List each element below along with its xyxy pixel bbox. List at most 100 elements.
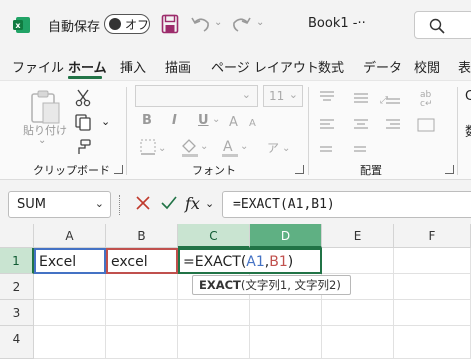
chevron-down-icon: ⌄ <box>241 88 251 101</box>
format-painter-icon[interactable] <box>75 139 91 155</box>
svg-text:x: x <box>15 21 21 30</box>
tab-draw[interactable]: 描画 <box>165 57 191 76</box>
active-tab-indicator <box>68 76 102 79</box>
row-header-2[interactable]: 2 <box>0 274 34 300</box>
cell-a1-value: Excel <box>39 254 77 270</box>
group-separator <box>457 87 458 175</box>
cell-a3[interactable] <box>34 300 106 326</box>
tab-page-layout[interactable]: ページ レイアウト <box>211 57 319 76</box>
cell-e4[interactable] <box>322 326 394 359</box>
column-header-c[interactable]: C <box>178 224 250 248</box>
enter-check-icon[interactable] <box>160 195 178 211</box>
tooltip-function-name[interactable]: EXACT <box>199 278 241 292</box>
autosave-state: オフ <box>125 18 150 32</box>
clipboard-group-label: クリップボード <box>33 164 110 177</box>
cancel-icon[interactable] <box>135 195 151 211</box>
search-box[interactable] <box>414 11 471 39</box>
cell-e3[interactable] <box>322 300 394 326</box>
font-color-icon[interactable]: A ⌄ <box>220 137 250 157</box>
undo-icon[interactable] <box>190 14 212 34</box>
column-header-e[interactable]: E <box>322 224 394 248</box>
alignment-group-label: 配置 <box>360 164 382 177</box>
copy-icon[interactable] <box>74 113 92 131</box>
autosave-toggle[interactable]: オフ <box>104 14 150 34</box>
svg-text:⌄: ⌄ <box>200 141 208 152</box>
number-group-label: 数 <box>465 121 471 140</box>
cell-b2[interactable] <box>106 274 178 300</box>
function-dropdown-icon[interactable]: ⌄ <box>205 197 214 210</box>
cut-icon[interactable] <box>75 89 91 107</box>
paste-icon[interactable] <box>28 89 62 125</box>
cell-d3[interactable] <box>250 300 322 326</box>
formula-input[interactable]: =EXACT(A1,B1) <box>222 191 471 218</box>
italic-button[interactable]: I <box>172 113 177 128</box>
alignment-buttons-icon[interactable]: ab c↵ ⤢ <box>318 89 438 159</box>
font-dialog-launcher[interactable] <box>295 165 304 174</box>
svg-text:ア: ア <box>267 141 279 155</box>
tab-insert[interactable]: 挿入 <box>120 57 146 76</box>
cell-c1-ref-b1: B1 <box>269 254 288 270</box>
tab-review[interactable]: 校閲 <box>414 57 440 76</box>
cell-c3[interactable] <box>178 300 250 326</box>
column-header-d[interactable]: D <box>250 224 322 248</box>
chevron-down-icon[interactable]: ⌄ <box>95 197 104 210</box>
undo-dropdown-icon[interactable]: ⌄ <box>214 17 222 28</box>
file-name: Book1 -·· <box>308 16 366 31</box>
tab-home[interactable]: ホーム <box>68 57 107 76</box>
font-name-dropdown[interactable]: ⌄ <box>135 85 258 107</box>
cell-c1-editing[interactable]: =EXACT(A1,B1) <box>178 248 322 274</box>
paste-dropdown-icon[interactable]: ⌄ <box>38 135 46 146</box>
cell-a2[interactable] <box>34 274 106 300</box>
tab-view[interactable]: 表 <box>458 57 471 76</box>
redo-icon[interactable] <box>230 14 252 34</box>
underline-button[interactable]: U <box>198 113 209 128</box>
column-header-f[interactable]: F <box>394 224 471 248</box>
cell-f2[interactable] <box>394 274 471 300</box>
cell-a1[interactable]: Excel <box>34 248 106 274</box>
row-header-3[interactable]: 3 <box>0 300 34 326</box>
copy-dropdown-icon[interactable]: ⌄ <box>101 115 110 128</box>
cell-b4[interactable] <box>106 326 178 359</box>
tab-data[interactable]: データ <box>363 57 402 76</box>
formula-bar-grip[interactable] <box>119 195 122 215</box>
svg-text:A: A <box>249 118 256 129</box>
clipboard-dialog-launcher[interactable] <box>114 165 123 174</box>
svg-text:c↵: c↵ <box>420 99 433 109</box>
column-header-b[interactable]: B <box>106 224 178 248</box>
underline-dropdown-icon[interactable]: ⌄ <box>212 114 220 125</box>
svg-text:⌄: ⌄ <box>240 141 248 152</box>
font-size-dropdown[interactable]: 11 ⌄ <box>263 85 303 107</box>
insert-function-icon[interactable]: fx <box>185 194 200 213</box>
cell-f1[interactable] <box>394 248 471 274</box>
cell-c4[interactable] <box>178 326 250 359</box>
cell-c1-suffix: ) <box>287 254 294 270</box>
font-grow-shrink-icon[interactable]: A A <box>227 113 267 129</box>
cell-a4[interactable] <box>34 326 106 359</box>
cell-f3[interactable] <box>394 300 471 326</box>
cell-c1-prefix: =EXACT( <box>183 254 247 270</box>
title-bar: x 自動保存 オフ ⌄ ⌄ Book1 -·· <box>0 0 471 50</box>
cell-f4[interactable] <box>394 326 471 359</box>
row-header-4[interactable]: 4 <box>0 326 34 359</box>
column-header-a[interactable]: A <box>34 224 106 248</box>
phonetic-icon[interactable]: ア ⌄ <box>266 139 292 155</box>
fill-color-icon[interactable]: ⌄ <box>180 137 210 157</box>
name-box[interactable]: SUM ⌄ <box>8 191 111 218</box>
select-all-button[interactable] <box>0 224 34 248</box>
ribbon: 貼り付け ⌄ ⌄ クリップボード ⌄ 11 ⌄ B I U ⌄ A A ⌄ ⌄ <box>0 80 471 180</box>
cell-b3[interactable] <box>106 300 178 326</box>
cell-d4[interactable] <box>250 326 322 359</box>
save-icon[interactable] <box>161 14 179 34</box>
cell-b1-value: excel <box>111 254 148 270</box>
tab-formulas[interactable]: 数式 <box>318 57 344 76</box>
alignment-dialog-launcher[interactable] <box>445 165 454 174</box>
number-format-dropdown[interactable]: C <box>465 89 471 104</box>
tab-file[interactable]: ファイル <box>12 57 64 76</box>
borders-icon[interactable]: ⌄ <box>140 139 166 155</box>
bold-button[interactable]: B <box>142 113 152 128</box>
cell-b1[interactable]: excel <box>106 248 178 274</box>
redo-dropdown-icon[interactable]: ⌄ <box>256 17 264 28</box>
row-header-1[interactable]: 1 <box>0 248 34 274</box>
cell-e1[interactable] <box>322 248 394 274</box>
font-size-value: 11 <box>269 89 285 103</box>
